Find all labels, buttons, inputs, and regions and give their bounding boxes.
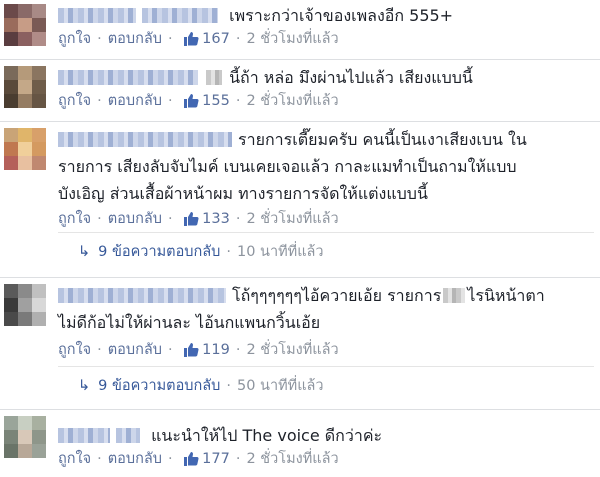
avatar[interactable] (4, 66, 46, 108)
redacted-text (206, 70, 222, 85)
comment-actions: ถูกใจ · ตอบกลับ · 119 · 2 ชั่วโมงที่แล้ว (58, 340, 594, 360)
like-link[interactable]: ถูกใจ (58, 342, 91, 358)
comment-body: โถ้ๆๆๆๆๆๆไอ้ควายเอ้ย รายการ (232, 286, 442, 305)
thumbs-up-icon (183, 451, 199, 472)
comment-body: แนะนำให้ไป The voice ดีกว่าค่ะ (151, 426, 383, 445)
reply-link[interactable]: ตอบกลับ (108, 31, 162, 47)
avatar[interactable] (4, 284, 46, 326)
replies-timestamp: 10 นาทีที่แล้ว (236, 244, 324, 260)
thumbs-up-icon (183, 211, 199, 232)
comment: แนะนำให้ไป The voice ดีกว่าค่ะ ถูกใจ · ตอบ… (0, 410, 600, 477)
view-replies-link[interactable]: ↳ 9 ข้อความตอบกลับ · 10 นาทีที่แล้ว (58, 232, 594, 271)
replies-count[interactable]: 9 ข้อความตอบกลับ (98, 378, 220, 394)
like-link[interactable]: ถูกใจ (58, 211, 91, 227)
author-name[interactable] (142, 8, 218, 23)
comment: รายการเตี๊ยมครับ คนนี้เป็นเงาเสียงเบน ใน… (0, 122, 600, 268)
like-count[interactable]: 155 (202, 93, 230, 109)
comment-thread: เพราะกว่าเจ้าของเพลงอีก 555+ ถูกใจ · ตอบกล… (0, 0, 600, 477)
comment-body: นี้ถ้า หล่อ มึงผ่านไปแล้ว เสียงแบบนี้ (229, 68, 473, 87)
timestamp[interactable]: 2 ชั่วโมงที่แล้ว (246, 451, 338, 467)
timestamp[interactable]: 2 ชั่วโมงที่แล้ว (246, 93, 338, 109)
comment: นี้ถ้า หล่อ มึงผ่านไปแล้ว เสียงแบบนี้ ถู… (0, 60, 600, 120)
replies-timestamp: 50 นาทีที่แล้ว (236, 378, 324, 394)
comment: เพราะกว่าเจ้าของเพลงอีก 555+ ถูกใจ · ตอบกล… (0, 0, 600, 58)
avatar[interactable] (4, 4, 46, 46)
thumbs-up-icon (183, 31, 199, 52)
comment-body: รายการ เสียงลับจับไมค์ เบนเคยเจอแล้ว กาล… (58, 157, 517, 176)
reply-arrow-icon: ↳ (78, 378, 91, 394)
comment-text: โถ้ๆๆๆๆๆๆไอ้ควายเอ้ย รายการ ไรนิหน้าตา ไม… (58, 282, 594, 336)
like-link[interactable]: ถูกใจ (58, 93, 91, 109)
author-name[interactable] (58, 288, 226, 303)
author-name[interactable] (58, 70, 198, 85)
thumbs-up-icon (183, 342, 199, 363)
comment-actions: ถูกใจ · ตอบกลับ · 133 · 2 ชั่วโมงที่แล้ว (58, 209, 594, 229)
author-name[interactable] (58, 132, 232, 147)
reply-arrow-icon: ↳ (78, 244, 91, 260)
like-count[interactable]: 133 (202, 211, 230, 227)
comment-actions: ถูกใจ · ตอบกลับ · 177 · 2 ชั่วโมงที่แล้ว (58, 449, 594, 469)
reply-link[interactable]: ตอบกลับ (108, 211, 162, 227)
comment-actions: ถูกใจ · ตอบกลับ · 167 · 2 ชั่วโมงที่แล้ว (58, 29, 594, 49)
like-count[interactable]: 167 (202, 31, 230, 47)
author-name[interactable] (116, 428, 140, 443)
author-name[interactable] (58, 8, 136, 23)
comment-body: บังเอิญ ส่วนเสื้อผ้าหน้าผม ทางรายการจัดใ… (58, 184, 428, 203)
comment-body: เพราะกว่าเจ้าของเพลงอีก 555+ (229, 6, 454, 25)
like-count[interactable]: 119 (202, 342, 230, 358)
comment-text: นี้ถ้า หล่อ มึงผ่านไปแล้ว เสียงแบบนี้ (58, 64, 594, 91)
reply-link[interactable]: ตอบกลับ (108, 93, 162, 109)
redacted-text (443, 288, 466, 303)
reply-link[interactable]: ตอบกลับ (108, 342, 162, 358)
view-replies-link[interactable]: ↳ 9 ข้อความตอบกลับ · 50 นาทีที่แล้ว (58, 366, 594, 405)
comment-text: รายการเตี๊ยมครับ คนนี้เป็นเงาเสียงเบน ใน… (58, 126, 594, 207)
like-link[interactable]: ถูกใจ (58, 31, 91, 47)
replies-count[interactable]: 9 ข้อความตอบกลับ (98, 244, 220, 260)
reply-link[interactable]: ตอบกลับ (108, 451, 162, 467)
comment-body: รายการเตี๊ยมครับ คนนี้เป็นเงาเสียงเบน ใน (238, 130, 527, 149)
avatar[interactable] (4, 128, 46, 170)
like-count[interactable]: 177 (202, 451, 230, 467)
comment-body: ไรนิหน้าตา (467, 286, 545, 305)
timestamp[interactable]: 2 ชั่วโมงที่แล้ว (246, 211, 338, 227)
avatar[interactable] (4, 416, 46, 458)
like-link[interactable]: ถูกใจ (58, 451, 91, 467)
author-name[interactable] (58, 428, 110, 443)
comment-actions: ถูกใจ · ตอบกลับ · 155 · 2 ชั่วโมงที่แล้ว (58, 91, 594, 111)
comment: โถ้ๆๆๆๆๆๆไอ้ควายเอ้ย รายการ ไรนิหน้าตา ไม… (0, 278, 600, 404)
timestamp[interactable]: 2 ชั่วโมงที่แล้ว (246, 31, 338, 47)
comment-body: ไม่ดีก้อไม่ให้ผ่านละ ไอ้นกแพนกวิ้นเอ้ย (58, 313, 321, 332)
comment-text: แนะนำให้ไป The voice ดีกว่าค่ะ (58, 422, 594, 449)
thumbs-up-icon (183, 93, 199, 114)
timestamp[interactable]: 2 ชั่วโมงที่แล้ว (246, 342, 338, 358)
comment-text: เพราะกว่าเจ้าของเพลงอีก 555+ (58, 2, 594, 29)
